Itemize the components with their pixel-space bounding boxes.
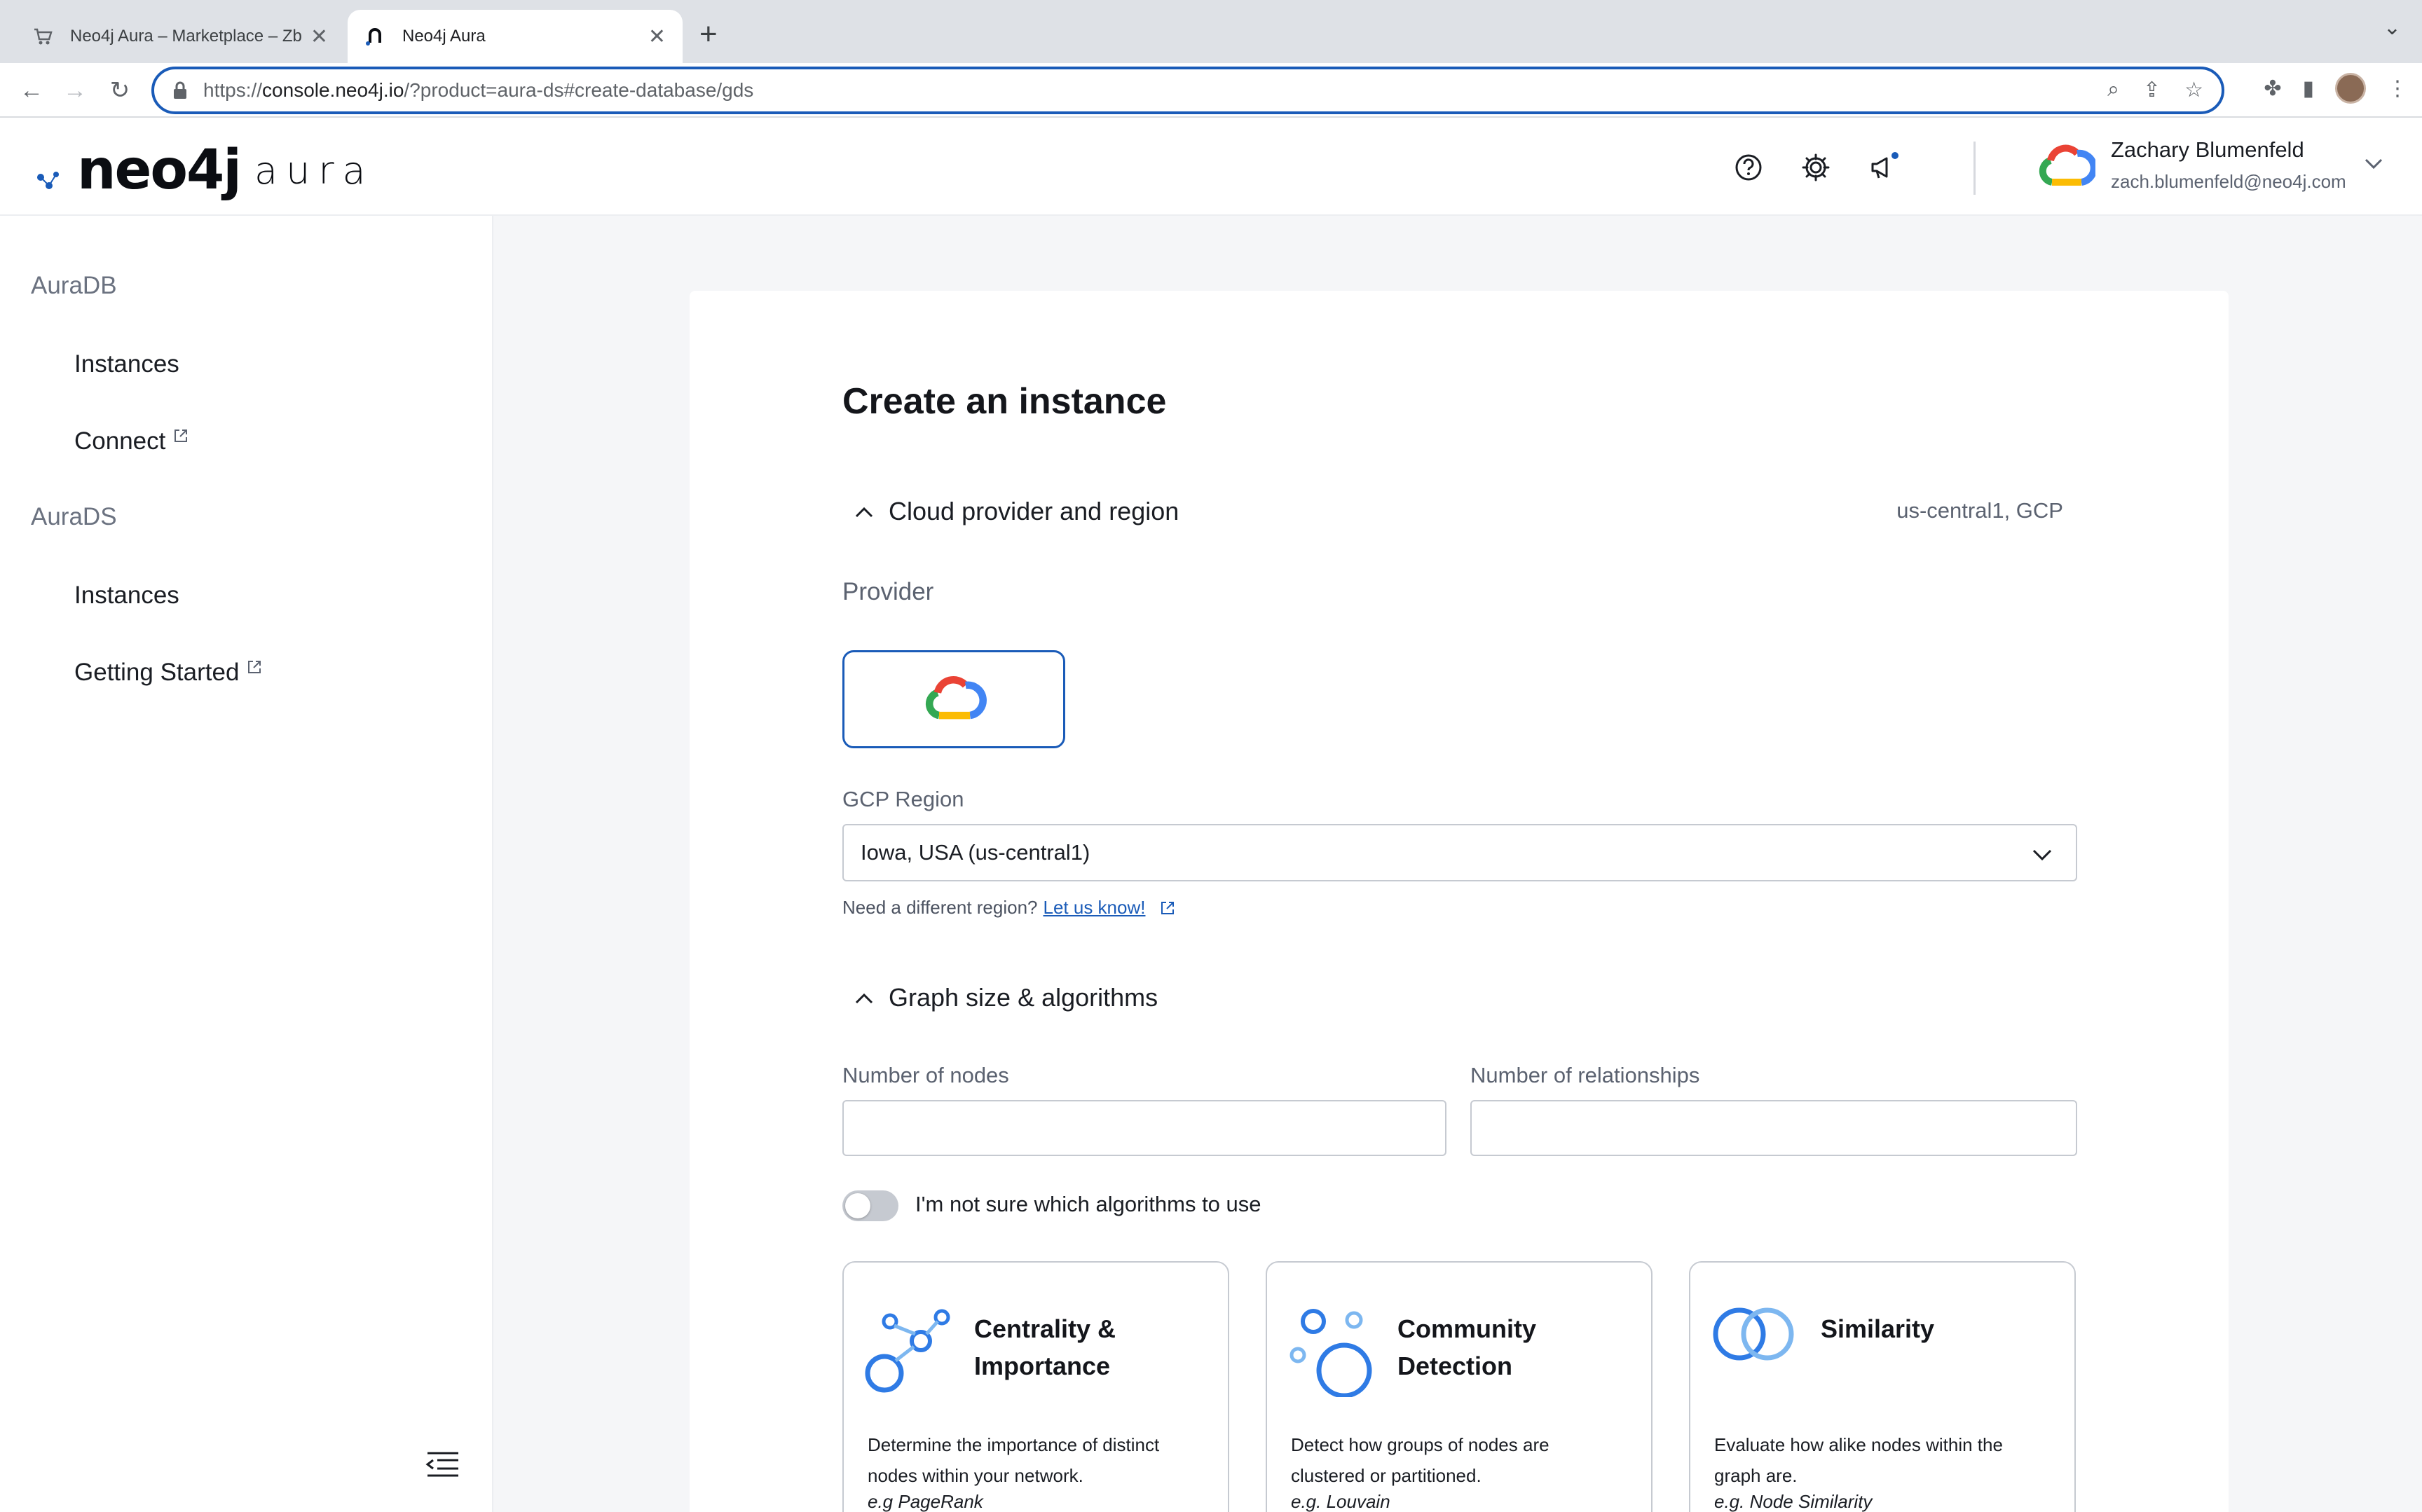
- announcements-megaphone-icon[interactable]: [1867, 150, 1902, 185]
- sidebar-section-auradb: AuraDB: [31, 272, 117, 299]
- zoom-icon[interactable]: ⌕: [2107, 78, 2119, 102]
- close-tab-icon[interactable]: ✕: [310, 25, 328, 49]
- region-hint: Need a different region? Let us know!: [842, 897, 1176, 919]
- algorithm-title: Similarity: [1821, 1314, 1935, 1343]
- neo4j-aura-logo[interactable]: neo4j aura: [35, 139, 374, 202]
- algorithm-description: Detect how groups of nodes are clustered…: [1291, 1434, 1549, 1486]
- relationships-label: Number of relationships: [1470, 1063, 1700, 1087]
- sidebar-item-label: Getting Started: [74, 659, 240, 686]
- graph-size-section-toggle[interactable]: Graph size & algorithms: [855, 983, 1158, 1012]
- address-bar[interactable]: https://console.neo4j.io/?product=aura-d…: [151, 67, 2224, 114]
- toggle-knob: [845, 1193, 870, 1218]
- sidebar-item-aurads-instances[interactable]: Instances: [74, 582, 179, 610]
- neo4j-graph-logo-icon: [37, 172, 59, 189]
- algorithm-example: e.g. Node Similarity: [1714, 1491, 1873, 1512]
- browser-profile-avatar[interactable]: [2335, 73, 2366, 104]
- extensions-puzzle-icon[interactable]: ✤: [2264, 76, 2281, 101]
- cloud-summary: us-central1, GCP: [1896, 498, 2063, 523]
- marketplace-cart-icon: [32, 26, 53, 47]
- create-instance-card: Create an instance Cloud provider and re…: [690, 291, 2229, 1512]
- cloud-provider-section-toggle[interactable]: Cloud provider and region: [855, 497, 1179, 526]
- external-link-icon: [1161, 901, 1175, 914]
- chevron-up-icon: [855, 507, 873, 518]
- help-icon[interactable]: [1731, 150, 1766, 185]
- browser-toolbar: ← → ↻ https://console.neo4j.io/?product=…: [0, 63, 2422, 118]
- external-link-icon: [175, 429, 188, 442]
- page-title: Create an instance: [842, 381, 1167, 422]
- similarity-icon: [1713, 1307, 1794, 1361]
- tab-title: Neo4j Aura – Marketplace – Zb: [70, 27, 302, 46]
- back-arrow-icon[interactable]: ←: [14, 73, 49, 108]
- google-cloud-icon: [925, 676, 987, 720]
- algorithm-card-centrality[interactable]: Centrality & Importance Determine the im…: [842, 1261, 1229, 1512]
- logo-text: neo4j: [77, 139, 242, 202]
- number-of-nodes-input[interactable]: [842, 1100, 1446, 1156]
- user-menu-chevron-down-icon[interactable]: [2363, 153, 2384, 174]
- bookmark-star-icon[interactable]: ☆: [2184, 78, 2203, 102]
- hint-text: Need a different region?: [842, 897, 1038, 918]
- nodes-label: Number of nodes: [842, 1063, 1009, 1087]
- algorithm-card-similarity[interactable]: Similarity Evaluate how alike nodes with…: [1689, 1261, 2076, 1512]
- community-icon: [1289, 1309, 1372, 1397]
- url-path: /?product=aura-ds#create-database/gds: [404, 79, 754, 101]
- chevron-up-icon: [855, 993, 873, 1004]
- gcp-region-label: GCP Region: [842, 787, 964, 811]
- user-email: zach.blumenfeld@neo4j.com: [2111, 171, 2346, 192]
- algorithm-example: e.g PageRank: [868, 1491, 983, 1512]
- app-header: neo4j aura Zachary Blumenfeld zach.blume…: [0, 118, 2422, 216]
- toggle-label: I'm not sure which algorithms to use: [915, 1192, 1261, 1216]
- sidebar-item-label: Instances: [74, 350, 179, 378]
- new-tab-button[interactable]: +: [699, 17, 718, 52]
- gcp-provider-button[interactable]: [842, 650, 1065, 748]
- header-divider: [1973, 142, 1976, 195]
- region-value: Iowa, USA (us-central1): [861, 840, 1090, 865]
- browser-menu-icon[interactable]: ⋮: [2387, 76, 2408, 101]
- forward-arrow-icon[interactable]: →: [57, 73, 93, 108]
- google-cloud-icon: [2039, 144, 2095, 186]
- browser-tab-marketplace[interactable]: Neo4j Aura – Marketplace – Zb ✕: [15, 10, 345, 63]
- sidebar-item-label: Connect: [74, 427, 166, 455]
- sidebar: AuraDB Instances Connect AuraDS Instance…: [0, 216, 493, 1512]
- notification-dot: [1891, 152, 1898, 159]
- algorithm-title: Centrality & Importance: [974, 1314, 1116, 1380]
- tab-search-chevron-icon[interactable]: ⌄: [2383, 15, 2401, 40]
- external-link-icon: [248, 661, 261, 673]
- provider-label: Provider: [842, 578, 934, 605]
- logo-suffix: aura: [254, 148, 374, 193]
- algorithm-example: e.g. Louvain: [1291, 1491, 1390, 1512]
- share-icon[interactable]: ⇪: [2143, 78, 2161, 102]
- tab-title: Neo4j Aura: [402, 27, 486, 46]
- centrality-icon: [865, 1309, 950, 1393]
- section-label: Cloud provider and region: [889, 497, 1179, 525]
- lock-icon: [174, 81, 186, 99]
- url-host: console.neo4j.io: [262, 79, 404, 101]
- chevron-down-icon: [2032, 849, 2052, 861]
- gcp-region-select[interactable]: Iowa, USA (us-central1): [842, 824, 2077, 881]
- browser-tab-strip: Neo4j Aura – Marketplace – Zb ✕ Neo4j Au…: [0, 0, 2422, 63]
- neo4j-favicon-icon: [364, 26, 385, 47]
- sidebar-section-aurads: AuraDS: [31, 503, 117, 530]
- close-tab-icon[interactable]: ✕: [648, 25, 666, 49]
- reload-icon[interactable]: ↻: [102, 73, 137, 108]
- let-us-know-link[interactable]: Let us know!: [1044, 897, 1146, 919]
- browser-tab-neo4j-aura[interactable]: Neo4j Aura ✕: [348, 10, 683, 63]
- side-panel-icon[interactable]: ▮: [2302, 76, 2314, 101]
- user-name[interactable]: Zachary Blumenfeld: [2111, 137, 2304, 163]
- algorithm-title: Community Detection: [1397, 1314, 1536, 1380]
- algorithm-help-toggle[interactable]: [842, 1190, 898, 1221]
- algorithm-card-community[interactable]: Community Detection Detect how groups of…: [1266, 1261, 1653, 1512]
- collapse-sidebar-icon[interactable]: [425, 1449, 461, 1480]
- algorithm-description: Determine the importance of distinct nod…: [868, 1434, 1160, 1486]
- section-label: Graph size & algorithms: [889, 983, 1158, 1012]
- sidebar-item-connect[interactable]: Connect: [74, 427, 189, 455]
- sidebar-item-getting-started[interactable]: Getting Started: [74, 659, 263, 687]
- sidebar-item-auradb-instances[interactable]: Instances: [74, 350, 179, 378]
- settings-gear-icon[interactable]: [1798, 150, 1833, 185]
- algorithm-description: Evaluate how alike nodes within the grap…: [1714, 1434, 2003, 1486]
- sidebar-item-label: Instances: [74, 582, 179, 609]
- number-of-relationships-input[interactable]: [1470, 1100, 2077, 1156]
- url-prefix: https://: [203, 79, 263, 101]
